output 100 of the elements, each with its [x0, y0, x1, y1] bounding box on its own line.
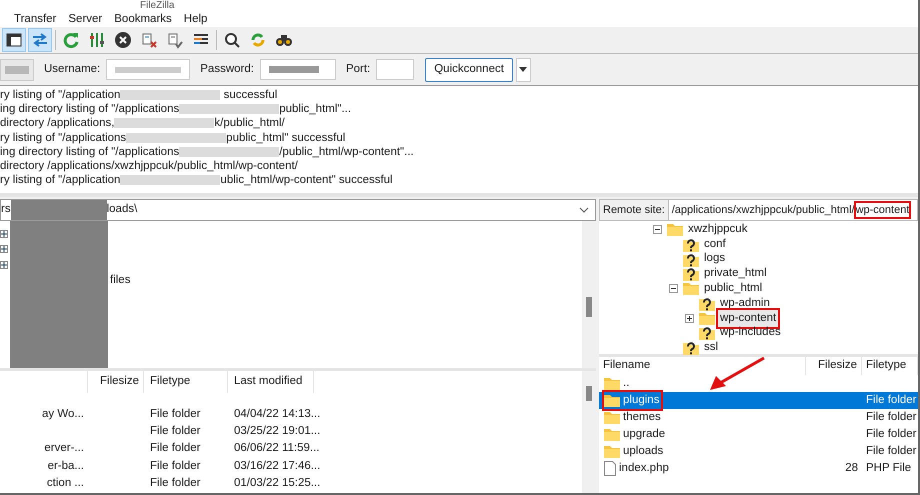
menu-item[interactable]: Transfer — [14, 10, 56, 28]
local-path-field[interactable]: rs loads\ — [0, 199, 596, 221]
tree-item[interactable]: conf — [702, 236, 728, 253]
log-text: ing directory listing of "/applications — [0, 144, 180, 159]
password-field[interactable] — [260, 59, 336, 80]
scrollbar[interactable] — [582, 221, 596, 368]
file-name: plugins — [623, 392, 660, 408]
column-header[interactable]: Filesize — [88, 371, 144, 393]
table-cell: File folder — [150, 425, 200, 438]
log-text: public_html"... — [279, 102, 352, 116]
log-text: k/public_html/ — [214, 116, 285, 131]
table-cell: File folder — [150, 460, 200, 472]
expand-icon[interactable] — [0, 230, 8, 238]
quickconnect-dropdown[interactable] — [516, 58, 531, 82]
log-text: ry listing of "/application — [0, 88, 120, 102]
menu-item[interactable]: Bookmarks — [114, 10, 172, 28]
scrollbar[interactable] — [582, 371, 596, 493]
username-label: Username: — [44, 62, 100, 77]
expand-icon[interactable] — [0, 260, 8, 269]
tree-item[interactable]: logs — [702, 250, 728, 268]
tree-item[interactable]: private_html — [702, 265, 769, 282]
log-text: ry listing of "/application — [0, 173, 120, 188]
unknown-folder-icon — [683, 236, 699, 252]
log-text: public_html" successful — [226, 130, 346, 145]
log-text: directory /applications, — [0, 116, 114, 131]
expand-icon[interactable] — [669, 284, 678, 294]
unknown-folder-icon — [699, 296, 715, 311]
port-field[interactable] — [376, 59, 414, 80]
host-field[interactable] — [0, 58, 34, 80]
password-label: Password: — [200, 62, 254, 77]
file-row[interactable]: .. — [599, 375, 918, 392]
tree-item[interactable]: wp-content — [718, 310, 778, 327]
table-cell-text: ction ... — [46, 476, 84, 491]
column-header[interactable]: Last modified — [228, 371, 314, 393]
username-field[interactable] — [106, 59, 190, 80]
folder-icon — [604, 445, 620, 458]
folder-icon — [604, 377, 620, 390]
remote-path-field[interactable]: /applications/xwzhjppcuk/public_html/wp-content — [668, 200, 917, 220]
expand-icon[interactable] — [0, 245, 8, 254]
log-text: directory /applications/xwzhjppcuk/public_html/wp-content/ — [0, 158, 298, 174]
folder-icon — [604, 411, 620, 424]
path-text: /applications/xwzhjppcuk/public_html/ — [672, 202, 855, 218]
annotation-arrow — [708, 356, 766, 392]
table-cell-text: er-ba... — [48, 458, 84, 474]
redacted-block — [5, 66, 29, 74]
column-header[interactable]: Filetype — [862, 357, 918, 375]
path-text: rs — [1, 202, 11, 218]
redacted-block — [268, 66, 319, 73]
path-text: wp-content — [854, 202, 910, 218]
folder-icon — [604, 394, 620, 407]
table-cell: 03/16/22 17:46... — [234, 460, 320, 472]
table-cell: 04/04/22 14:13... — [234, 408, 320, 420]
table-cell-text: ay Wo... — [42, 406, 84, 422]
folder-icon — [683, 282, 699, 296]
file-row[interactable]: themes File folder — [599, 409, 918, 426]
caret-icon — [519, 67, 528, 72]
remote-site-label: Remote site: — [602, 202, 666, 218]
folder-icon — [667, 222, 683, 236]
file-type: File folder — [866, 410, 916, 423]
log-text: successful — [222, 88, 278, 102]
window-title: FileZilla — [140, 0, 174, 12]
quickconnect-button[interactable]: Quickconnect — [425, 58, 513, 82]
file-row[interactable]: uploads File folder — [599, 443, 918, 460]
file-name: index.php — [619, 460, 669, 476]
table-cell: 03/25/22 19:01... — [234, 425, 320, 438]
file-row[interactable]: plugins File folder — [599, 392, 918, 409]
tree-item[interactable]: ssl — [702, 339, 720, 356]
file-type: File folder — [866, 394, 916, 406]
unknown-folder-icon — [699, 325, 715, 340]
table-cell: 01/03/22 15:25... — [234, 476, 320, 489]
tree-item[interactable]: xwzhjppcuk — [686, 220, 750, 238]
menu-item[interactable]: Server — [68, 10, 102, 28]
expand-icon[interactable] — [653, 224, 662, 234]
tree-item[interactable]: public_html — [702, 280, 764, 298]
log-text: ry listing of "/applications — [0, 130, 126, 145]
file-name: upgrade — [623, 426, 666, 442]
tree-item[interactable]: wp-admin — [718, 294, 772, 312]
table-cell: File folder — [150, 408, 200, 420]
chevron-down-icon — [579, 207, 589, 213]
file-row[interactable]: index.php 28 PHP File — [599, 460, 918, 477]
expand-icon[interactable] — [685, 314, 694, 323]
file-row[interactable]: upgrade File folder — [599, 426, 918, 443]
menu-item[interactable]: Help — [184, 10, 208, 28]
tree-item[interactable]: wp-includes — [718, 324, 783, 342]
log-text: ublic_html/wp-content" successful — [220, 173, 393, 188]
table-cell-text: erver-... — [44, 441, 84, 456]
file-icon — [604, 461, 616, 476]
column-header[interactable]: Filename — [599, 357, 806, 375]
log-text: /public_html/wp-content"... — [279, 144, 414, 159]
redacted-block — [115, 66, 182, 72]
unknown-folder-icon — [683, 252, 699, 266]
folder-icon — [699, 312, 715, 325]
file-name: .. — [623, 376, 630, 391]
column-header[interactable]: Filetype — [144, 371, 228, 393]
unknown-folder-icon — [683, 340, 699, 356]
column-header[interactable]: Filesize — [806, 357, 862, 375]
table-cell: File folder — [150, 442, 200, 454]
tree-item[interactable]: files — [110, 272, 130, 289]
unknown-folder-icon — [683, 266, 699, 282]
log-text: ing directory listing of "/applications — [0, 102, 180, 116]
